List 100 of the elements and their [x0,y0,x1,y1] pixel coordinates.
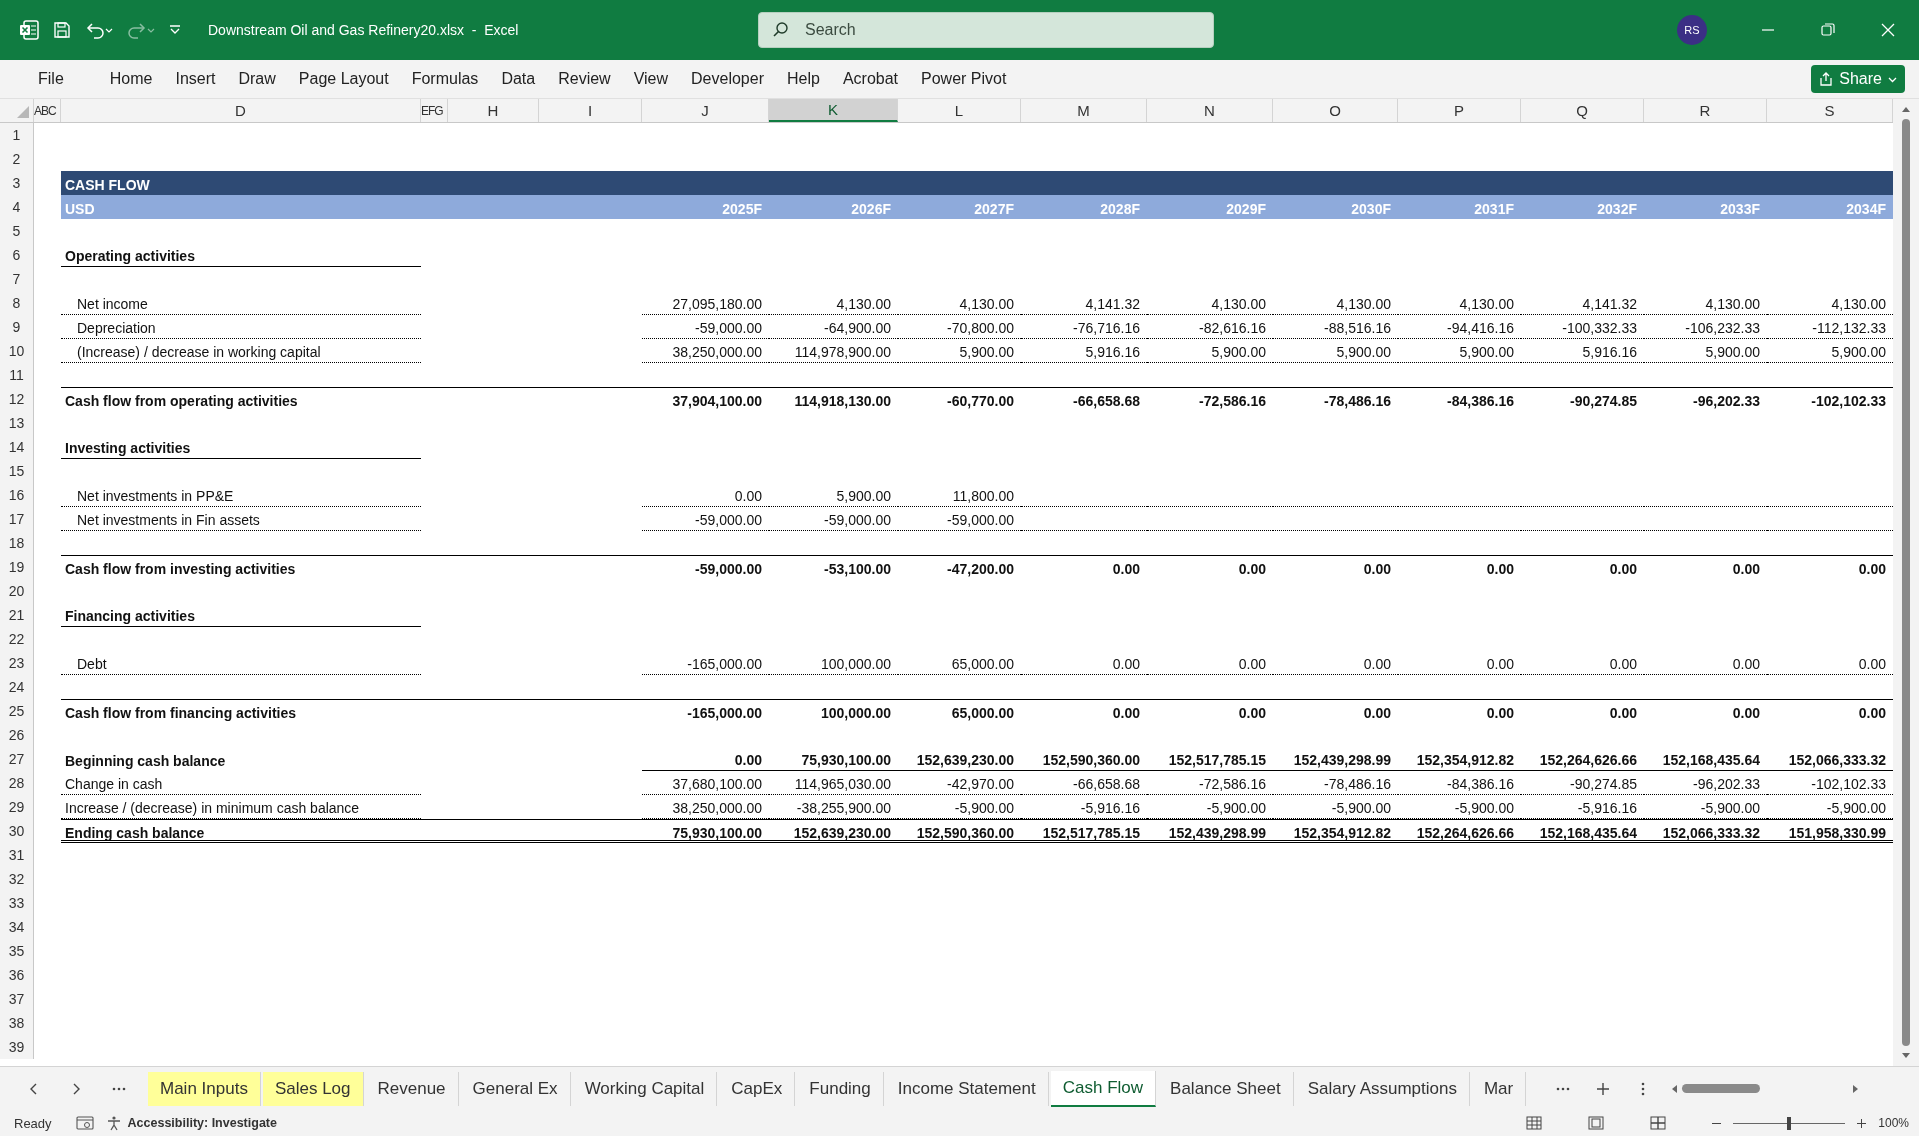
row-number[interactable]: 30 [0,819,34,843]
row-number[interactable]: 12 [0,387,34,411]
undo-icon[interactable] [84,20,114,40]
menu-tab[interactable]: Draw [228,70,286,88]
page-break-icon[interactable] [1650,1116,1667,1130]
column-header[interactable]: K [769,99,898,122]
row-number[interactable]: 16 [0,483,34,507]
column-headers[interactable]: ABC [34,99,61,122]
sheet-tab[interactable]: Sales Log [262,1071,364,1106]
column-headers[interactable]: EFG [421,99,448,122]
row-number[interactable]: 6 [0,243,34,267]
macro-icon[interactable] [75,1116,94,1130]
row-number[interactable]: 34 [0,915,34,939]
row-number[interactable]: 18 [0,531,34,555]
sheet-tab[interactable]: CapEx [719,1071,796,1106]
column-header[interactable]: N [1147,99,1273,122]
share-button[interactable]: Share [1811,65,1905,93]
sheet-tab[interactable]: Income Statement [885,1071,1049,1106]
page-layout-icon[interactable] [1588,1116,1605,1130]
row-number[interactable]: 37 [0,987,34,1011]
row-number[interactable]: 1 [0,123,34,147]
normal-view-icon[interactable] [1526,1116,1543,1130]
redo-icon[interactable] [126,20,156,40]
column-header[interactable]: P [1398,99,1521,122]
sheet-tab[interactable]: Mar [1471,1071,1527,1106]
row-number[interactable]: 20 [0,579,34,603]
row-number[interactable]: 22 [0,627,34,651]
scroll-left-icon[interactable] [1670,1083,1679,1094]
row-number[interactable]: 17 [0,507,34,531]
vertical-scrollbar[interactable] [1893,99,1919,1066]
save-icon[interactable] [52,20,72,40]
row-number[interactable]: 7 [0,267,34,291]
row-number[interactable]: 5 [0,219,34,243]
row-number[interactable]: 36 [0,963,34,987]
menu-tab[interactable]: Power Pivot [911,70,1017,88]
menu-tab[interactable]: Acrobat [832,70,908,88]
row-number[interactable]: 27 [0,747,34,771]
column-header[interactable]: L [898,99,1021,122]
zoom-in-icon[interactable] [1857,1118,1867,1128]
row-number[interactable]: 29 [0,795,34,819]
menu-tab[interactable]: Home [99,70,163,88]
add-sheet-icon[interactable] [1596,1081,1611,1096]
restore-icon[interactable] [1821,23,1835,37]
row-number[interactable]: 15 [0,459,34,483]
row-number[interactable]: 23 [0,651,34,675]
sheet-tab[interactable]: Salary Assumptions [1295,1071,1470,1106]
column-header[interactable]: Q [1521,99,1644,122]
menu-tab[interactable]: Page Layout [288,70,399,88]
zoom-level[interactable]: 100% [1878,1116,1909,1130]
row-number[interactable]: 24 [0,675,34,699]
close-icon[interactable] [1881,23,1895,37]
accessibility-status[interactable]: Accessibility: Investigate [127,1116,277,1130]
menu-tab[interactable]: Developer [681,70,774,88]
row-number[interactable]: 13 [0,411,34,435]
row-number[interactable]: 2 [0,147,34,171]
row-number[interactable]: 28 [0,771,34,795]
menu-tab[interactable]: Formulas [401,70,489,88]
menu-tab[interactable]: View [623,70,679,88]
column-header[interactable]: M [1021,99,1147,122]
column-header[interactable]: O [1273,99,1398,122]
column-header[interactable]: D [61,99,421,122]
row-number[interactable]: 31 [0,843,34,867]
user-avatar[interactable]: RS [1677,15,1707,45]
row-number[interactable]: 19 [0,555,34,579]
row-number[interactable]: 10 [0,339,34,363]
sheet-tab[interactable]: Working Capital [572,1071,718,1106]
sheet-tab[interactable]: Cash Flow [1050,1070,1157,1107]
row-number[interactable]: 4 [0,195,34,219]
row-number[interactable]: 14 [0,435,34,459]
row-number[interactable]: 39 [0,1035,34,1059]
column-header[interactable]: H [448,99,539,122]
row-number[interactable]: 35 [0,939,34,963]
row-number[interactable]: 33 [0,891,34,915]
row-number[interactable]: 26 [0,723,34,747]
menu-tab[interactable]: File [28,70,74,88]
options-icon[interactable] [1640,1081,1647,1096]
row-number[interactable]: 21 [0,603,34,627]
zoom-slider-thumb[interactable] [1787,1116,1792,1130]
row-number[interactable]: 8 [0,291,34,315]
scroll-up-icon[interactable] [1901,105,1911,113]
menu-tab[interactable]: Help [776,70,830,88]
menu-tab[interactable]: Review [548,70,621,88]
row-number[interactable]: 25 [0,699,34,723]
accessibility-icon[interactable] [105,1115,122,1131]
sheet-tab[interactable]: Funding [797,1071,884,1106]
sheet-tab[interactable]: Revenue [365,1071,459,1106]
sheet-tab[interactable]: Balance Sheet [1158,1071,1294,1106]
menu-tab[interactable]: Data [491,70,546,88]
row-number[interactable]: 38 [0,1011,34,1035]
column-header[interactable]: R [1644,99,1767,122]
column-header[interactable]: I [539,99,642,122]
row-number[interactable]: 9 [0,315,34,339]
sheet-tab[interactable]: Main Inputs [148,1071,261,1106]
menu-tab[interactable]: Insert [165,70,226,88]
row-number[interactable]: 32 [0,867,34,891]
row-number[interactable]: 11 [0,363,34,387]
sheet-tab[interactable]: General Ex [460,1071,571,1106]
search-field[interactable]: Search [758,12,1214,48]
row-number[interactable]: 3 [0,171,34,195]
scroll-down-icon[interactable] [1901,1052,1911,1060]
